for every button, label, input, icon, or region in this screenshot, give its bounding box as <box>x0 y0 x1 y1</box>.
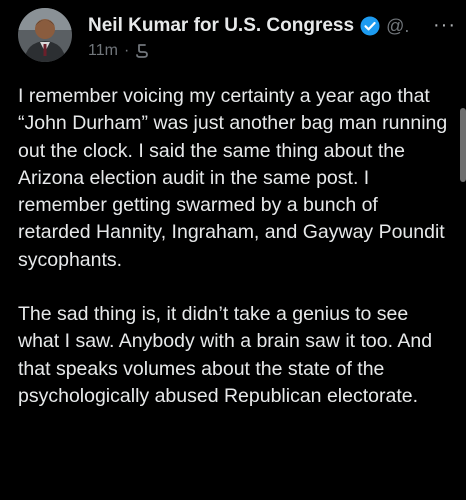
meta-separator: · <box>123 42 130 59</box>
scrollbar[interactable] <box>460 108 466 182</box>
post-timestamp[interactable]: 11m <box>88 42 118 60</box>
author-name[interactable]: Neil Kumar for U.S. Congress <box>88 15 354 37</box>
post-body: I remember voicing my certainty a year a… <box>18 83 448 410</box>
post-paragraph: I remember voicing my certainty a year a… <box>18 85 448 271</box>
verified-badge-icon <box>360 16 380 36</box>
post-paragraph: The sad thing is, it didn’t take a geniu… <box>18 303 433 407</box>
more-options-icon[interactable]: ··· <box>433 14 456 37</box>
author-handle[interactable]: @. <box>386 16 409 37</box>
avatar[interactable] <box>18 8 72 62</box>
audience-icon <box>135 44 149 58</box>
post-card: Neil Kumar for U.S. Congress @. ··· 11m … <box>0 0 466 500</box>
